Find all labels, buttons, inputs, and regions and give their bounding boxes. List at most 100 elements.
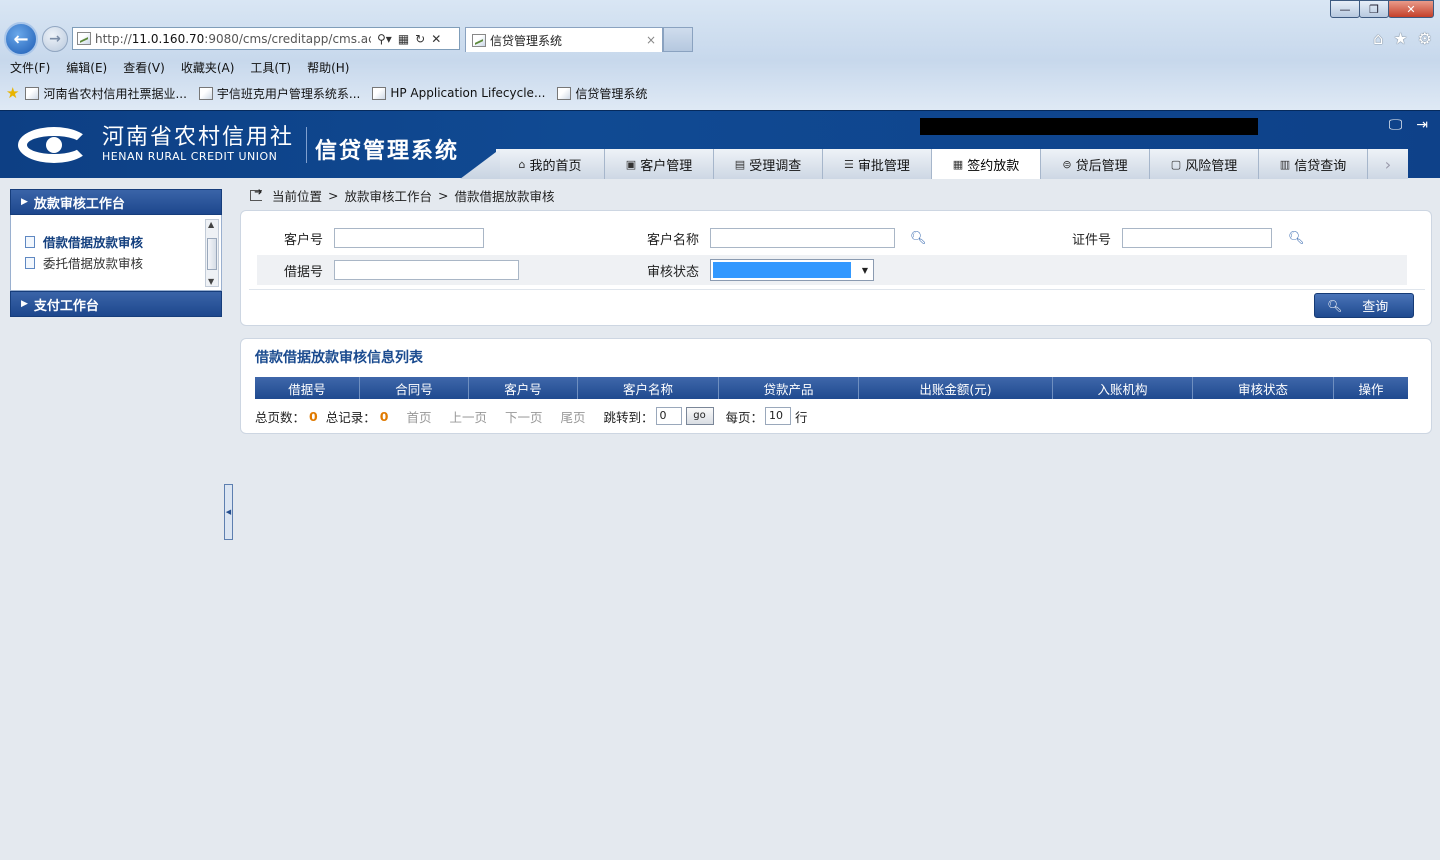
nav-item-post-loan[interactable]: ⊜ 贷后管理 [1041,149,1150,179]
jump-page-input[interactable]: 0 [655,407,682,425]
nav-item-query[interactable]: ▥ 信贷查询 [1259,149,1368,179]
loan-no-input[interactable] [334,260,519,280]
column-header-customer-name[interactable]: 客户名称 [578,377,719,399]
logout-icon[interactable]: ⇥ [1416,117,1428,133]
home-icon: ⌂ [518,157,526,171]
scroll-up-icon[interactable]: ▲ [208,220,214,229]
column-header-loan-product[interactable]: 贷款产品 [719,377,859,399]
stop-icon[interactable]: ✕ [431,32,441,46]
nav-item-contract[interactable]: ▦ 签约放款 [932,149,1041,179]
sidebar-scrollbar[interactable]: ▲ ▼ [205,219,219,287]
favorite-link[interactable]: 河南省农村信用社票据业... [25,85,187,102]
breadcrumb-separator: > [438,188,449,203]
search-icon[interactable]: ⚲▾ [377,32,392,46]
page-size-input[interactable]: 10 [765,407,792,425]
nav-more-chevron-icon[interactable]: › [1368,149,1408,179]
breadcrumb-level2: 借款借据放款审核 [454,189,555,204]
tab-close-icon[interactable]: × [646,33,656,47]
document-icon [25,256,35,269]
page-icon [198,86,213,100]
id-no-label: 证件号 [1072,232,1112,248]
menu-help[interactable]: 帮助(H) [307,59,349,76]
close-window-button[interactable]: ✕ [1388,0,1434,18]
app-header: 河南省农村信用社 HENAN RURAL CREDIT UNION 信贷管理系统… [0,110,1440,179]
forward-arrow-icon: → [49,31,61,47]
sidebar: ▶ 放款审核工作台 借款借据放款审核 委托借据放款审核 ▲ ▼ ▶ 支付工作台 [10,189,222,317]
column-header-branch[interactable]: 入账机构 [1053,377,1193,399]
go-button[interactable]: go [685,407,714,425]
minimize-button[interactable]: — [1330,0,1360,18]
menu-favorites[interactable]: 收藏夹(A) [181,59,235,76]
restore-button[interactable]: ❐ [1359,0,1389,18]
compat-view-icon[interactable]: ▦ [398,32,409,46]
refresh-icon[interactable]: ↻ [415,32,425,46]
favorites-star-icon[interactable]: ★ [1393,29,1407,48]
menu-tools[interactable]: 工具(T) [250,59,291,76]
first-page-link[interactable]: 首页 [406,407,431,426]
hp-icon [372,86,387,100]
home-icon[interactable]: ⌂ [1373,29,1383,48]
nav-item-approval[interactable]: ☰ 审批管理 [823,149,932,179]
back-button[interactable]: ← [4,22,38,56]
menu-view[interactable]: 查看(V) [123,59,165,76]
logo-divider [306,127,308,163]
nav-item-risk[interactable]: ▢ 风险管理 [1150,149,1259,179]
query-button[interactable]: 🔍︎ 查询 [1314,293,1414,318]
url-path: :9080/cms/creditapp/cms.actic [204,31,371,46]
nav-label: 贷后管理 [1075,158,1128,174]
sidebar-item-entrusted-loan-audit[interactable]: 委托借据放款审核 [11,252,221,273]
sidebar-section-title: 放款审核工作台 [33,196,125,212]
query-icon: ▥ [1279,157,1291,171]
menu-file[interactable]: 文件(F) [10,59,50,76]
sidebar-collapse-handle[interactable]: ◀ [224,484,233,540]
new-tab-button[interactable] [663,27,693,52]
scrollbar-thumb[interactable] [207,238,217,270]
approval-icon: ☰ [844,157,854,171]
nav-item-survey[interactable]: ▤ 受理调查 [714,149,823,179]
column-header-customer-no[interactable]: 客户号 [469,377,578,399]
forward-button[interactable]: → [42,26,68,52]
ie-page-icon [25,86,40,100]
customer-no-label: 客户号 [284,232,324,248]
gear-icon[interactable]: ⚙ [1418,29,1432,48]
favorites-add-icon[interactable]: ★ [6,84,19,102]
column-header-loan-no[interactable]: 借据号 [255,377,360,399]
total-pages-label: 总页数： [255,409,306,425]
url-text[interactable]: http://11.0.160.70:9080/cms/creditapp/cm… [95,32,371,46]
audit-status-select[interactable]: ▼ [710,259,874,281]
sidebar-section-title: 支付工作台 [33,298,99,314]
logo-chinese-name: 河南省农村信用社 [102,125,295,150]
favorite-label: HP Application Lifecycle... [390,86,546,100]
column-header-audit-status[interactable]: 审核状态 [1193,377,1334,399]
column-header-actions[interactable]: 操作 [1334,377,1408,399]
customer-name-input[interactable] [710,228,895,248]
last-page-link[interactable]: 尾页 [560,407,585,426]
favorite-link[interactable]: 信贷管理系统 [557,85,647,102]
address-bar[interactable]: http://11.0.160.70:9080/cms/creditapp/cm… [72,27,460,50]
customer-no-input[interactable] [334,228,484,248]
favorite-link[interactable]: HP Application Lifecycle... [372,86,545,100]
id-no-input[interactable] [1122,228,1272,248]
query-button-label: 查询 [1362,300,1389,315]
sidebar-section-loan-audit[interactable]: ▶ 放款审核工作台 [10,189,222,215]
menu-edit[interactable]: 编辑(E) [66,59,107,76]
main-nav: ⌂ 我的首页 ▣ 客户管理 ▤ 受理调查 ☰ 审批管理 ▦ 签约放款 ⊜ 贷后管理 ▢ 风险管… [496,149,1408,179]
next-page-link[interactable]: 下一页 [505,407,543,426]
audit-status-selected-value [713,262,851,278]
scroll-down-icon[interactable]: ▼ [208,277,214,286]
browser-tab[interactable]: 信贷管理系统 × [465,27,663,52]
nav-item-home[interactable]: ⌂ 我的首页 [496,149,605,179]
breadcrumb-level1[interactable]: 放款审核工作台 [345,186,433,205]
list-title: 借款借据放款审核信息列表 [255,350,423,366]
prev-page-link[interactable]: 上一页 [449,407,487,426]
column-header-contract-no[interactable]: 合同号 [360,377,469,399]
monitor-icon[interactable]: 🖵 [1389,117,1403,133]
sidebar-section-payment[interactable]: ▶ 支付工作台 [10,291,222,317]
column-header-amount[interactable]: 出账金额(元) [859,377,1053,399]
url-host: 11.0.160.70 [131,31,205,46]
favorite-link[interactable]: 宇信班克用户管理系统系... [198,85,360,102]
customer-search-icon[interactable]: 🔍︎ [910,231,927,246]
sidebar-item-loan-note-audit[interactable]: 借款借据放款审核 [11,231,221,252]
nav-item-customer[interactable]: ▣ 客户管理 [605,149,714,179]
id-search-icon[interactable]: 🔍︎ [1288,231,1305,246]
